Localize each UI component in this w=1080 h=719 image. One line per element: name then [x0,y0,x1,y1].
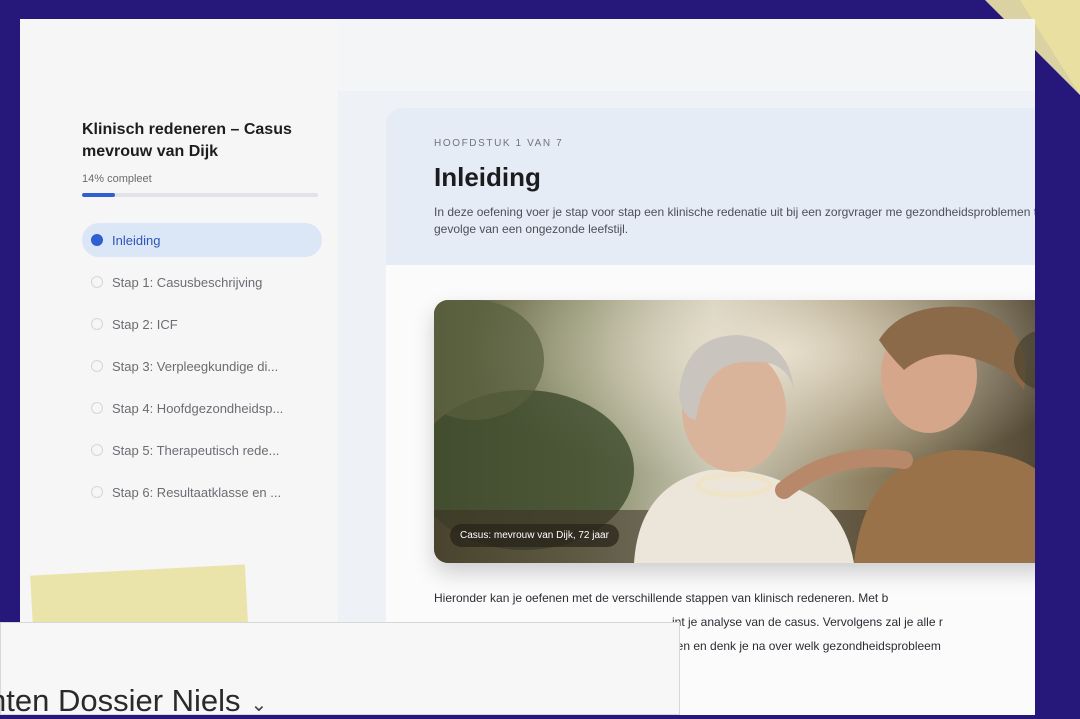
status-dot-icon [91,234,103,246]
chapter-counter: HOOFDSTUK 1 VAN 7 [434,138,564,149]
status-dot-icon [91,444,103,456]
progress-fill [82,193,116,197]
nav-item-label: Stap 5: Therapeutisch rede... [112,442,280,458]
nav-item-stap-6[interactable]: Stap 6: Resultaatklasse en ... [82,475,322,509]
nav-item-inleiding[interactable]: Inleiding [82,223,322,257]
status-dot-icon [91,402,103,414]
chapter-nav: Inleiding Stap 1: Casusbeschrijving Stap… [82,223,322,517]
progress-label: 14% compleet [82,173,152,185]
chapter-description: In deze oefening voer je stap voor stap … [434,205,1035,236]
nav-item-label: Stap 1: Casusbeschrijving [112,274,263,290]
photo-caption: Casus: mevrouw van Dijk, 72 jaar [450,524,619,547]
nav-item-stap-1[interactable]: Stap 1: Casusbeschrijving [82,265,322,299]
progress-bar [82,193,318,197]
nav-item-label: Stap 2: ICF [112,316,178,332]
dossier-title[interactable]: nten Dossier Niels ⌄ [0,683,267,719]
chapter-title: Inleiding [434,162,541,192]
nav-item-label: Stap 6: Resultaatklasse en ... [112,484,282,500]
nav-item-stap-2[interactable]: Stap 2: ICF [82,307,322,341]
nav-item-stap-4[interactable]: Stap 4: Hoofdgezondheidsp... [82,391,322,425]
status-dot-icon [91,276,103,288]
nav-item-stap-3[interactable]: Stap 3: Verpleegkundige di... [82,349,322,383]
course-title: Klinisch redeneren – Casus mevrouw van D… [82,121,292,160]
nav-item-stap-5[interactable]: Stap 5: Therapeutisch rede... [82,433,322,467]
nav-item-label: Stap 4: Hoofdgezondheidsp... [112,400,284,416]
status-dot-icon [91,318,103,330]
status-dot-icon [91,360,103,372]
chevron-down-icon: ⌄ [250,694,268,716]
intro-text-line: Hieronder kan je oefenen met de verschil… [434,591,889,605]
status-dot-icon [91,486,103,498]
nav-item-label: Inleiding [112,232,161,248]
dossier-title-text: nten Dossier Niels [0,683,241,718]
dossier-overlay-panel: nten Dossier Niels ⌄ [0,622,680,718]
case-photo: Casus: mevrouw van Dijk, 72 jaar [434,300,1035,563]
chapter-header: HOOFDSTUK 1 VAN 7 Inleiding In deze oefe… [386,108,1035,265]
nav-item-label: Stap 3: Verpleegkundige di... [112,358,279,374]
